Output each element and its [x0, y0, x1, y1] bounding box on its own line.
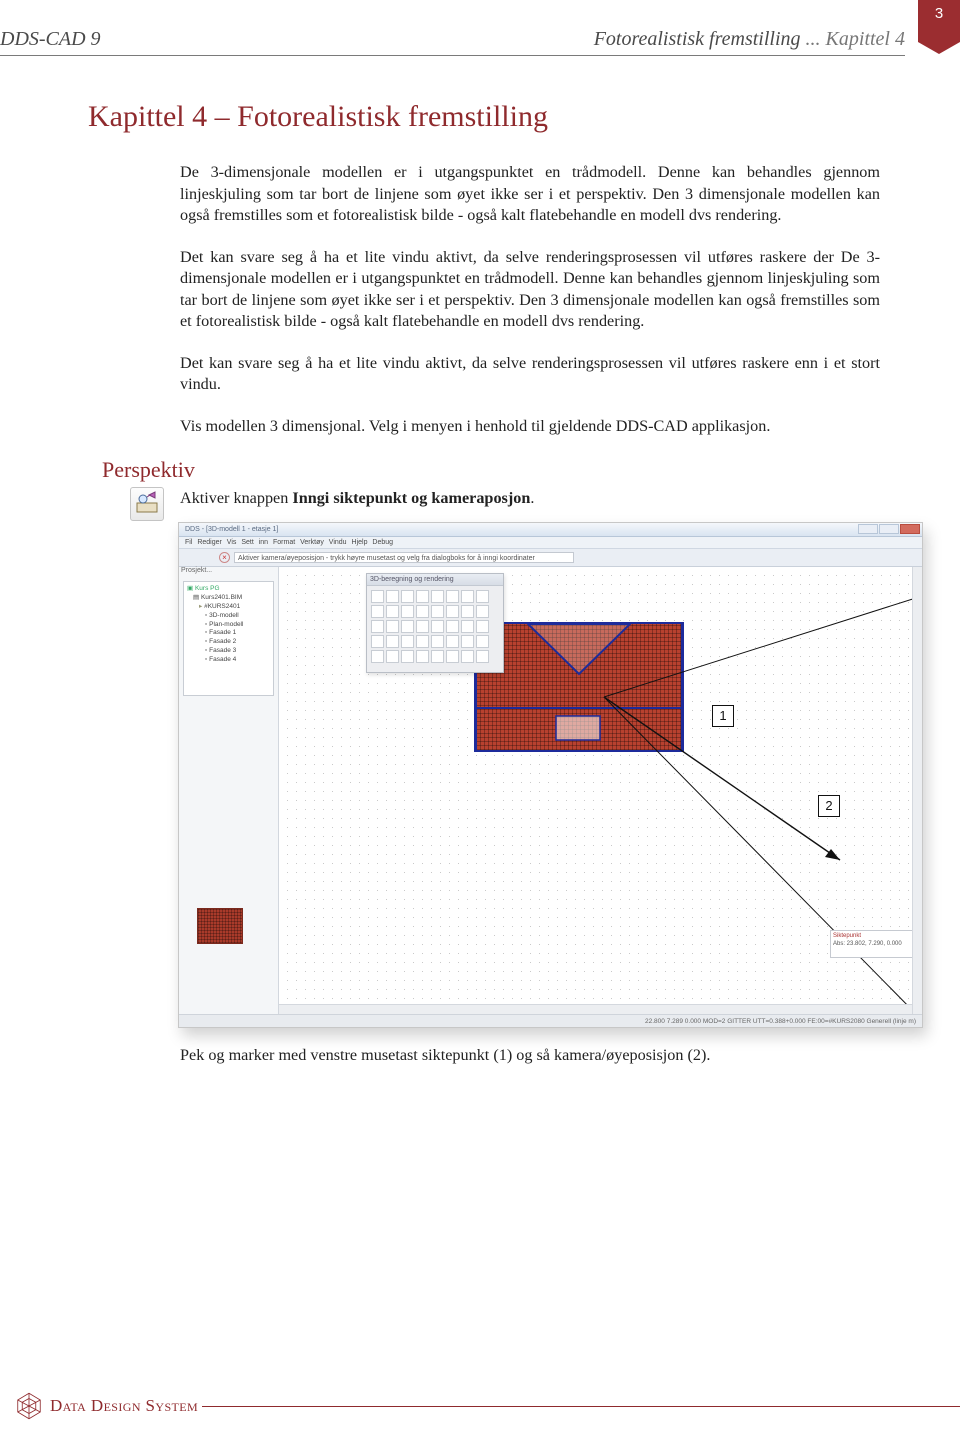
preview-thumbnail	[197, 908, 243, 944]
paragraph-2: Det kan svare seg å ha et lite vindu akt…	[180, 247, 880, 333]
roof-model	[474, 622, 684, 752]
project-tree[interactable]: ▣ Kurs PG ▤ Kurs2401.BIM #KURS2401 ▫ 3D-…	[183, 581, 274, 696]
camera-target-icon	[135, 490, 159, 519]
page-footer: Data Design System	[0, 1391, 960, 1421]
project-tab[interactable]: Prosjekt...	[181, 567, 212, 574]
footer-rule	[202, 1406, 960, 1407]
header-rule	[0, 55, 905, 56]
header-suffix: ... Kapittel 4	[806, 28, 905, 50]
paragraph-3: Det kan svare seg å ha et lite vindu akt…	[180, 353, 880, 396]
cancel-icon[interactable]: ×	[219, 552, 230, 563]
status-bar: 22.800 7.289 0.000 MOD=2 GITTER UTT=0.38…	[179, 1014, 922, 1027]
minimize-button[interactable]	[858, 524, 878, 534]
project-panel: Prosjekt... ▣ Kurs PG ▤ Kurs2401.BIM #KU…	[179, 567, 279, 1014]
page-number: 3	[935, 5, 943, 22]
marker-2: 2	[818, 795, 840, 817]
header-left: DDS-CAD 9	[0, 28, 101, 51]
window-buttons[interactable]	[858, 524, 920, 534]
chapter-title: Kapittel 4 – Fotorealistisk fremstilling	[88, 100, 880, 134]
marker-1: 1	[712, 705, 734, 727]
brand-name: Data Design System	[50, 1396, 198, 1416]
app-toolbar: × Aktiver kamera/øyeposisjon - trykk høy…	[179, 549, 922, 567]
inngi-siktepunk-button[interactable]	[130, 487, 164, 521]
maximize-button[interactable]	[879, 524, 899, 534]
paragraph-4: Vis modellen 3 dimensjonal. Velg i menye…	[180, 416, 880, 438]
prompt-message: Aktiver kamera/øyeposisjon - trykk høyre…	[234, 552, 574, 563]
page-number-tab: 3	[918, 0, 960, 42]
figure-caption: Pek og marker med venstre musetast sikte…	[180, 1046, 880, 1065]
page-header: DDS-CAD 9 Fotorealistisk fremstilling ..…	[0, 28, 905, 51]
header-right: Fotorealistisk fremstilling ... Kapittel…	[594, 28, 905, 51]
coord-infobox: Siktepunkt Abs: 23.802, 7.290, 0.000	[830, 930, 916, 958]
app-screenshot: DDS - [3D-modell 1 - etasje 1] Fil Redig…	[178, 522, 923, 1028]
scrollbar-horizontal[interactable]	[279, 1004, 912, 1014]
paragraph-1: De 3-dimensjonale modellen er i utgangsp…	[180, 162, 880, 227]
drawing-canvas[interactable]: 1 2 3D-beregning og rendering Siktepunkt…	[279, 567, 922, 1014]
app-titlebar: DDS - [3D-modell 1 - etasje 1]	[179, 523, 922, 537]
app-menubar[interactable]: Fil Rediger Vis Sett inn Format Verktøy …	[179, 537, 922, 549]
scrollbar-vertical[interactable]	[912, 567, 922, 1014]
tool-palette[interactable]: 3D-beregning og rendering	[366, 573, 504, 673]
perspektiv-heading: Perspektiv	[102, 457, 880, 483]
close-button[interactable]	[900, 524, 920, 534]
dds-logo-icon	[14, 1391, 44, 1421]
header-topic: Fotorealistisk fremstilling	[594, 28, 801, 50]
activate-instruction: Aktiver knappen Inngi siktepunkt og kame…	[180, 489, 880, 508]
